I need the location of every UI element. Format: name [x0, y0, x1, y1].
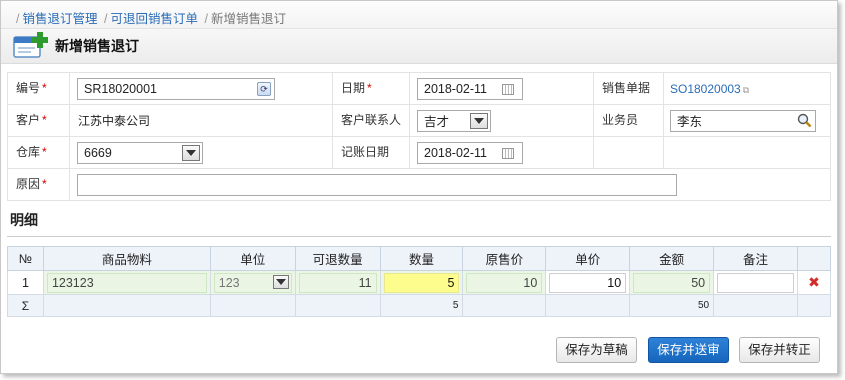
- code-value: SR18020001: [84, 81, 157, 96]
- detail-grid: № 商品物料 单位 可退数量 数量 原售价 单价 金额 备注 1 123123 …: [7, 246, 832, 317]
- table-row: 1 123123 123 11 5 10 10 50 ✖: [7, 270, 832, 295]
- breadcrumb: / 销售退订管理 / 可退回销售订单 / 新增销售退订: [1, 1, 837, 29]
- save-submit-button[interactable]: 保存并送审: [648, 337, 729, 363]
- unit-value: 123: [218, 275, 240, 290]
- search-icon[interactable]: [797, 113, 812, 128]
- contact-select[interactable]: 吉才: [417, 109, 491, 132]
- breadcrumb-link-orders[interactable]: 可退回销售订单: [110, 12, 198, 26]
- calendar-icon[interactable]: [502, 147, 514, 159]
- post-date-value: 2018-02-11: [424, 145, 488, 160]
- warehouse-label: 仓库 *: [7, 136, 70, 169]
- warehouse-select[interactable]: 6669: [77, 141, 203, 164]
- chevron-down-icon[interactable]: [182, 144, 200, 161]
- col-header-unit: 单位: [209, 246, 296, 271]
- salesman-label: 业务员: [593, 104, 664, 137]
- detail-section-title: 明细: [10, 212, 38, 228]
- col-header-amount: 金额: [629, 246, 715, 271]
- salesman-value: 李东: [677, 115, 703, 129]
- breadcrumb-link-returns[interactable]: 销售退订管理: [22, 12, 97, 26]
- contact-label: 客户联系人: [332, 104, 410, 137]
- grid-header-row: № 商品物料 单位 可退数量 数量 原售价 单价 金额 备注: [7, 246, 832, 271]
- sum-row: Σ 5 50: [7, 294, 832, 317]
- code-label: 编号 *: [7, 72, 70, 105]
- external-link-icon: ⧉: [742, 84, 750, 95]
- customer-value: 江苏中泰公司: [69, 104, 333, 137]
- breadcrumb-current: 新增销售退订: [210, 12, 286, 26]
- sales-doc-link[interactable]: SO18020003: [670, 82, 741, 96]
- unit-select[interactable]: 123: [213, 272, 292, 293]
- title-bar: 新增销售退订: [1, 29, 837, 64]
- salesman-field[interactable]: 李东: [670, 109, 816, 132]
- remark-cell[interactable]: [717, 272, 794, 293]
- reason-field[interactable]: [77, 173, 677, 196]
- col-header-returnable: 可退数量: [294, 246, 381, 271]
- customer-label: 客户 *: [7, 104, 70, 137]
- contact-value: 吉才: [424, 115, 450, 129]
- price-cell[interactable]: 10: [549, 272, 627, 293]
- sum-amount: 50: [629, 294, 715, 317]
- col-header-item: 商品物料: [42, 246, 211, 271]
- code-field[interactable]: SR18020001 ⟳: [77, 77, 275, 100]
- col-header-no: №: [7, 246, 44, 271]
- sum-symbol: Σ: [7, 294, 44, 317]
- amount-cell: 50: [633, 272, 711, 293]
- row-number: 1: [7, 270, 44, 295]
- save-transfer-button[interactable]: 保存并转正: [739, 337, 820, 363]
- chevron-down-icon[interactable]: [470, 112, 488, 129]
- date-field[interactable]: 2018-02-11: [417, 77, 523, 100]
- sum-qty: 5: [379, 294, 464, 317]
- page-title: 新增销售退订: [55, 38, 139, 54]
- col-header-action: [796, 246, 832, 271]
- new-document-icon: [11, 31, 51, 61]
- order-form: 编号 * SR18020001 ⟳ 日期 * 2018-02-11 销售单据 SO1…: [7, 72, 831, 201]
- warehouse-value: 6669: [84, 145, 112, 160]
- col-header-price: 单价: [545, 246, 631, 271]
- post-date-label: 记账日期: [332, 136, 410, 169]
- post-date-field[interactable]: 2018-02-11: [417, 141, 523, 164]
- date-label: 日期 *: [332, 72, 410, 105]
- reason-label: 原因 *: [7, 168, 70, 201]
- col-header-qty: 数量: [379, 246, 464, 271]
- col-header-remark: 备注: [713, 246, 798, 271]
- orig-price-cell: 10: [466, 272, 543, 293]
- returnable-cell: 11: [298, 272, 377, 293]
- delete-row-icon[interactable]: ✖: [796, 270, 832, 295]
- save-draft-button[interactable]: 保存为草稿: [556, 337, 637, 363]
- section-divider: [7, 236, 831, 237]
- col-header-orig-price: 原售价: [462, 246, 547, 271]
- date-value: 2018-02-11: [424, 81, 488, 96]
- item-cell[interactable]: 123123: [46, 272, 207, 293]
- chevron-down-icon[interactable]: [272, 274, 289, 289]
- refresh-code-icon[interactable]: ⟳: [257, 81, 271, 96]
- sales-doc-label: 销售单据: [593, 72, 664, 105]
- calendar-icon[interactable]: [502, 83, 514, 95]
- qty-cell[interactable]: 5: [383, 272, 460, 293]
